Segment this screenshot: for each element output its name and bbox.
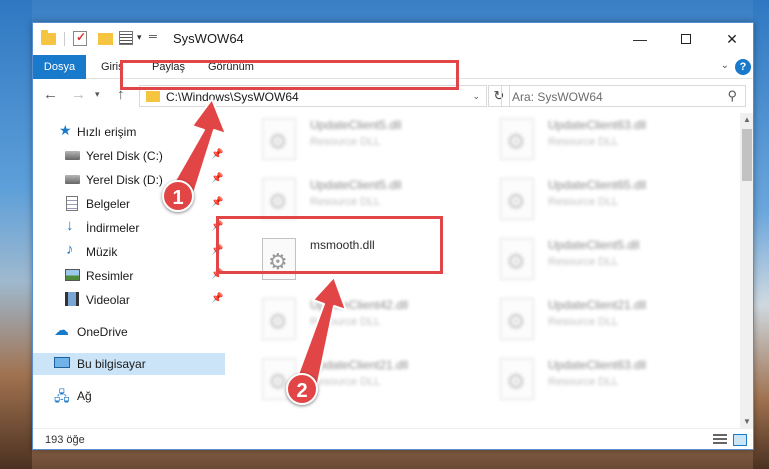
step-2-badge: 2 — [286, 373, 318, 405]
arrow-1 — [171, 98, 227, 194]
annotation-arrows — [171, 98, 347, 393]
step-1-badge: 1 — [162, 180, 194, 212]
